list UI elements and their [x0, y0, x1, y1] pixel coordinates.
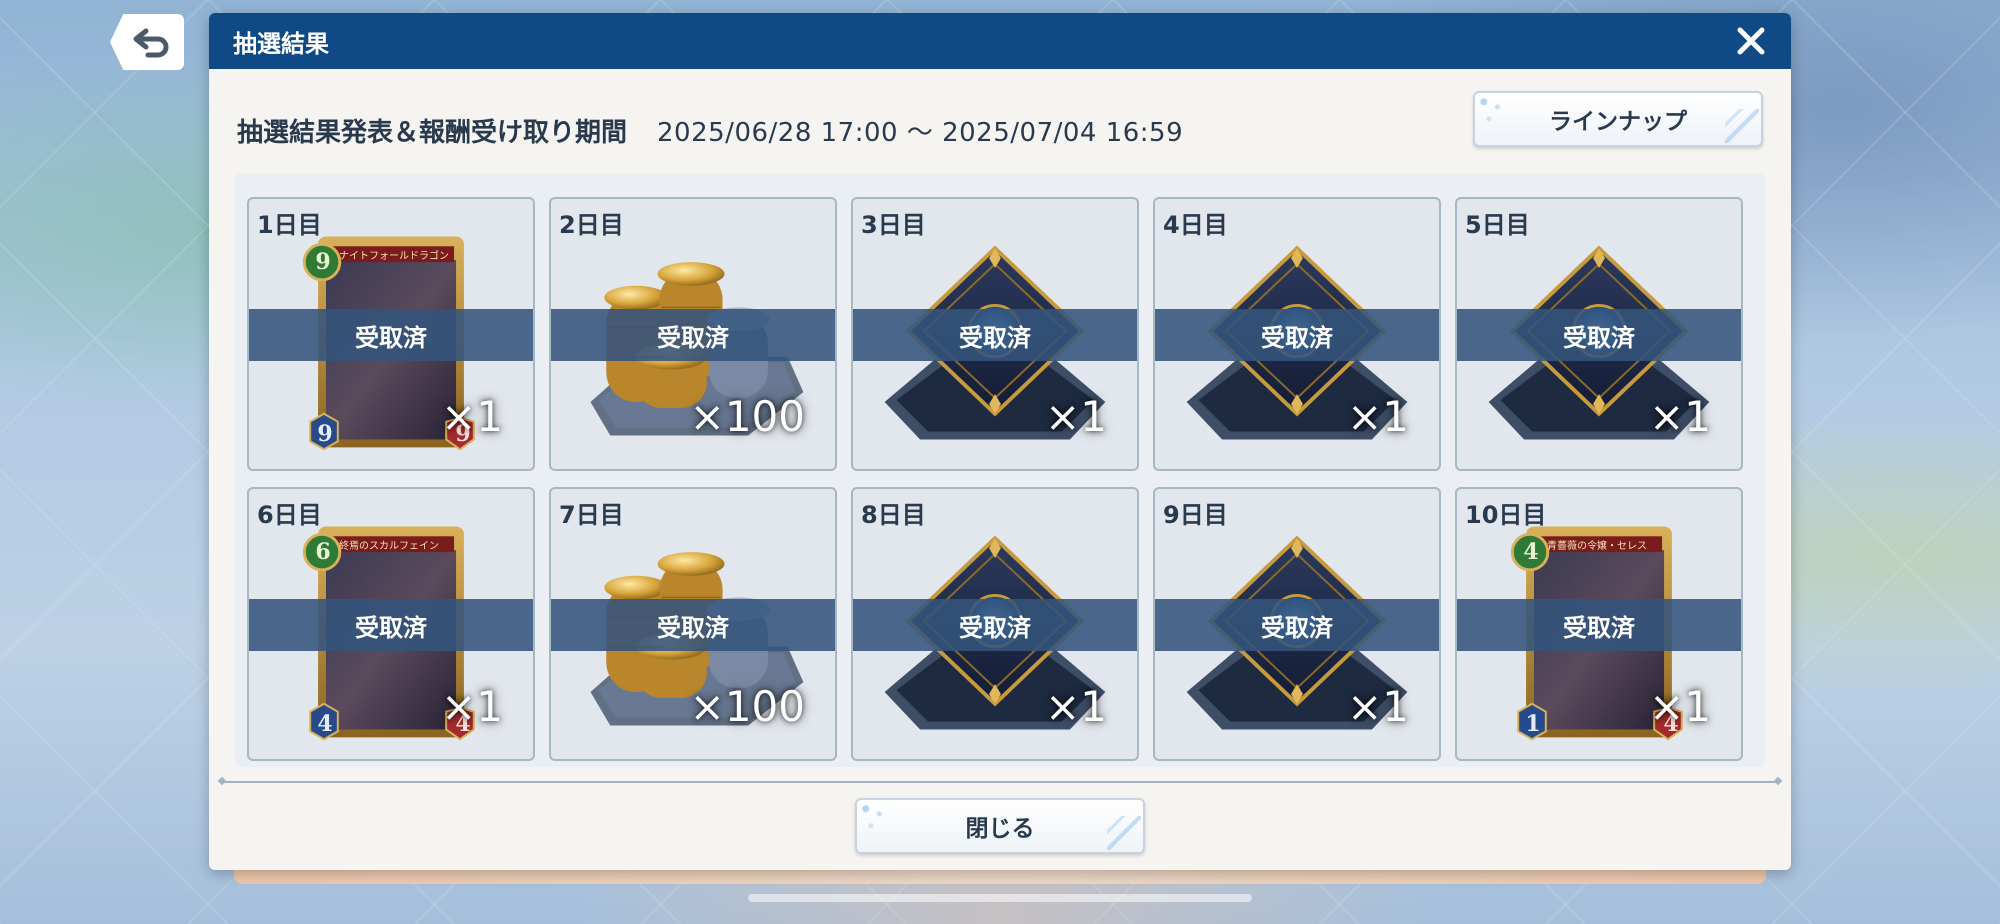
item-quantity: ×100	[689, 682, 805, 731]
claimed-label: 受取済	[657, 323, 729, 352]
reward-grid: ナイトフォールドラゴン 9 9 9 1日目 ×1 受取済 2日目 ×100 受取…	[235, 173, 1765, 767]
reward-day-card[interactable]: 終焉のスカルフェイン 6 4 4 6日目 ×1 受取済	[247, 487, 535, 761]
card-cost: 9	[315, 249, 331, 275]
claimed-badge: 受取済	[249, 599, 533, 651]
claimed-badge: 受取済	[551, 599, 835, 651]
claim-period: 抽選結果発表＆報酬受け取り期間 2025/06/28 17:00 ～ 2025/…	[237, 105, 1183, 155]
day-label: 1日目	[257, 211, 322, 239]
item-quantity: ×1	[1045, 682, 1107, 731]
claimed-badge: 受取済	[1155, 599, 1439, 651]
item-quantity: ×100	[689, 392, 805, 441]
claimed-label: 受取済	[1563, 613, 1635, 642]
day-label: 5日目	[1465, 211, 1530, 239]
undo-arrow-icon	[133, 28, 169, 58]
card-cost: 4	[1523, 539, 1539, 565]
claimed-badge: 受取済	[551, 309, 835, 361]
reward-day-card[interactable]: ナイトフォールドラゴン 9 9 9 1日目 ×1 受取済	[247, 197, 535, 471]
button-sparkle	[1107, 816, 1141, 850]
claimed-label: 受取済	[355, 323, 427, 352]
card-attack: 1	[1525, 711, 1541, 737]
claimed-label: 受取済	[657, 613, 729, 642]
item-quantity: ×1	[1347, 392, 1409, 441]
claimed-label: 受取済	[959, 323, 1031, 352]
claimed-badge: 受取済	[1155, 309, 1439, 361]
claimed-badge: 受取済	[1457, 309, 1741, 361]
reward-day-card[interactable]: 2日目 ×100 受取済	[549, 197, 837, 471]
item-quantity: ×1	[1347, 682, 1409, 731]
lineup-button-label: ラインナップ	[1549, 109, 1687, 135]
period-value: 2025/06/28 17:00 ～ 2025/07/04 16:59	[657, 117, 1184, 148]
claimed-badge: 受取済	[249, 309, 533, 361]
claimed-label: 受取済	[1563, 323, 1635, 352]
card-name: 終焉のスカルフェイン	[339, 541, 439, 552]
item-quantity: ×1	[441, 682, 503, 731]
claimed-badge: 受取済	[1457, 599, 1741, 651]
reward-day-card[interactable]: 8日目 ×1 受取済	[851, 487, 1139, 761]
dialog-header: 抽選結果	[209, 13, 1791, 69]
lottery-result-dialog: 抽選結果 抽選結果発表＆報酬受け取り期間 2025/06/28 17:00 ～ …	[209, 13, 1791, 870]
day-label: 3日目	[861, 211, 926, 239]
claimed-label: 受取済	[355, 613, 427, 642]
item-quantity: ×1	[1045, 392, 1107, 441]
close-button[interactable]: 閉じる	[855, 798, 1145, 854]
reward-day-card[interactable]: 9日目 ×1 受取済	[1153, 487, 1441, 761]
reward-day-card[interactable]: 7日目 ×100 受取済	[549, 487, 837, 761]
day-label: 4日目	[1163, 211, 1228, 239]
divider	[219, 781, 1781, 783]
close-button-label: 閉じる	[965, 816, 1035, 842]
item-quantity: ×1	[1649, 392, 1711, 441]
lineup-button[interactable]: ラインナップ	[1473, 91, 1763, 147]
day-label: 10日目	[1465, 501, 1547, 529]
day-label: 6日目	[257, 501, 322, 529]
day-label: 9日目	[1163, 501, 1228, 529]
claimed-label: 受取済	[1261, 323, 1333, 352]
button-sparkle	[1477, 95, 1511, 129]
home-indicator	[748, 894, 1252, 902]
close-x-button[interactable]	[1731, 21, 1771, 61]
card-attack: 4	[317, 711, 333, 737]
day-label: 2日目	[559, 211, 624, 239]
dialog-title: 抽選結果	[233, 29, 329, 58]
claimed-badge: 受取済	[853, 309, 1137, 361]
card-name: 青薔薇の令嬢・セレス	[1547, 541, 1647, 552]
back-button[interactable]	[110, 14, 184, 70]
claimed-label: 受取済	[1261, 613, 1333, 642]
reward-day-card[interactable]: 青薔薇の令嬢・セレス 4 1 4 10日目 ×1 受取済	[1455, 487, 1743, 761]
item-quantity: ×1	[1649, 682, 1711, 731]
claimed-label: 受取済	[959, 613, 1031, 642]
card-name: ナイトフォールドラゴン	[339, 251, 449, 262]
claimed-badge: 受取済	[853, 599, 1137, 651]
period-label: 抽選結果発表＆報酬受け取り期間	[237, 117, 628, 148]
card-attack: 9	[317, 421, 333, 447]
day-label: 7日目	[559, 501, 624, 529]
reward-day-card[interactable]: 5日目 ×1 受取済	[1455, 197, 1743, 471]
button-sparkle	[859, 802, 893, 836]
close-x-icon	[1737, 27, 1765, 55]
item-quantity: ×1	[441, 392, 503, 441]
reward-day-card[interactable]: 3日目 ×1 受取済	[851, 197, 1139, 471]
card-cost: 6	[315, 539, 331, 565]
day-label: 8日目	[861, 501, 926, 529]
reward-day-card[interactable]: 4日目 ×1 受取済	[1153, 197, 1441, 471]
button-sparkle	[1725, 109, 1759, 143]
